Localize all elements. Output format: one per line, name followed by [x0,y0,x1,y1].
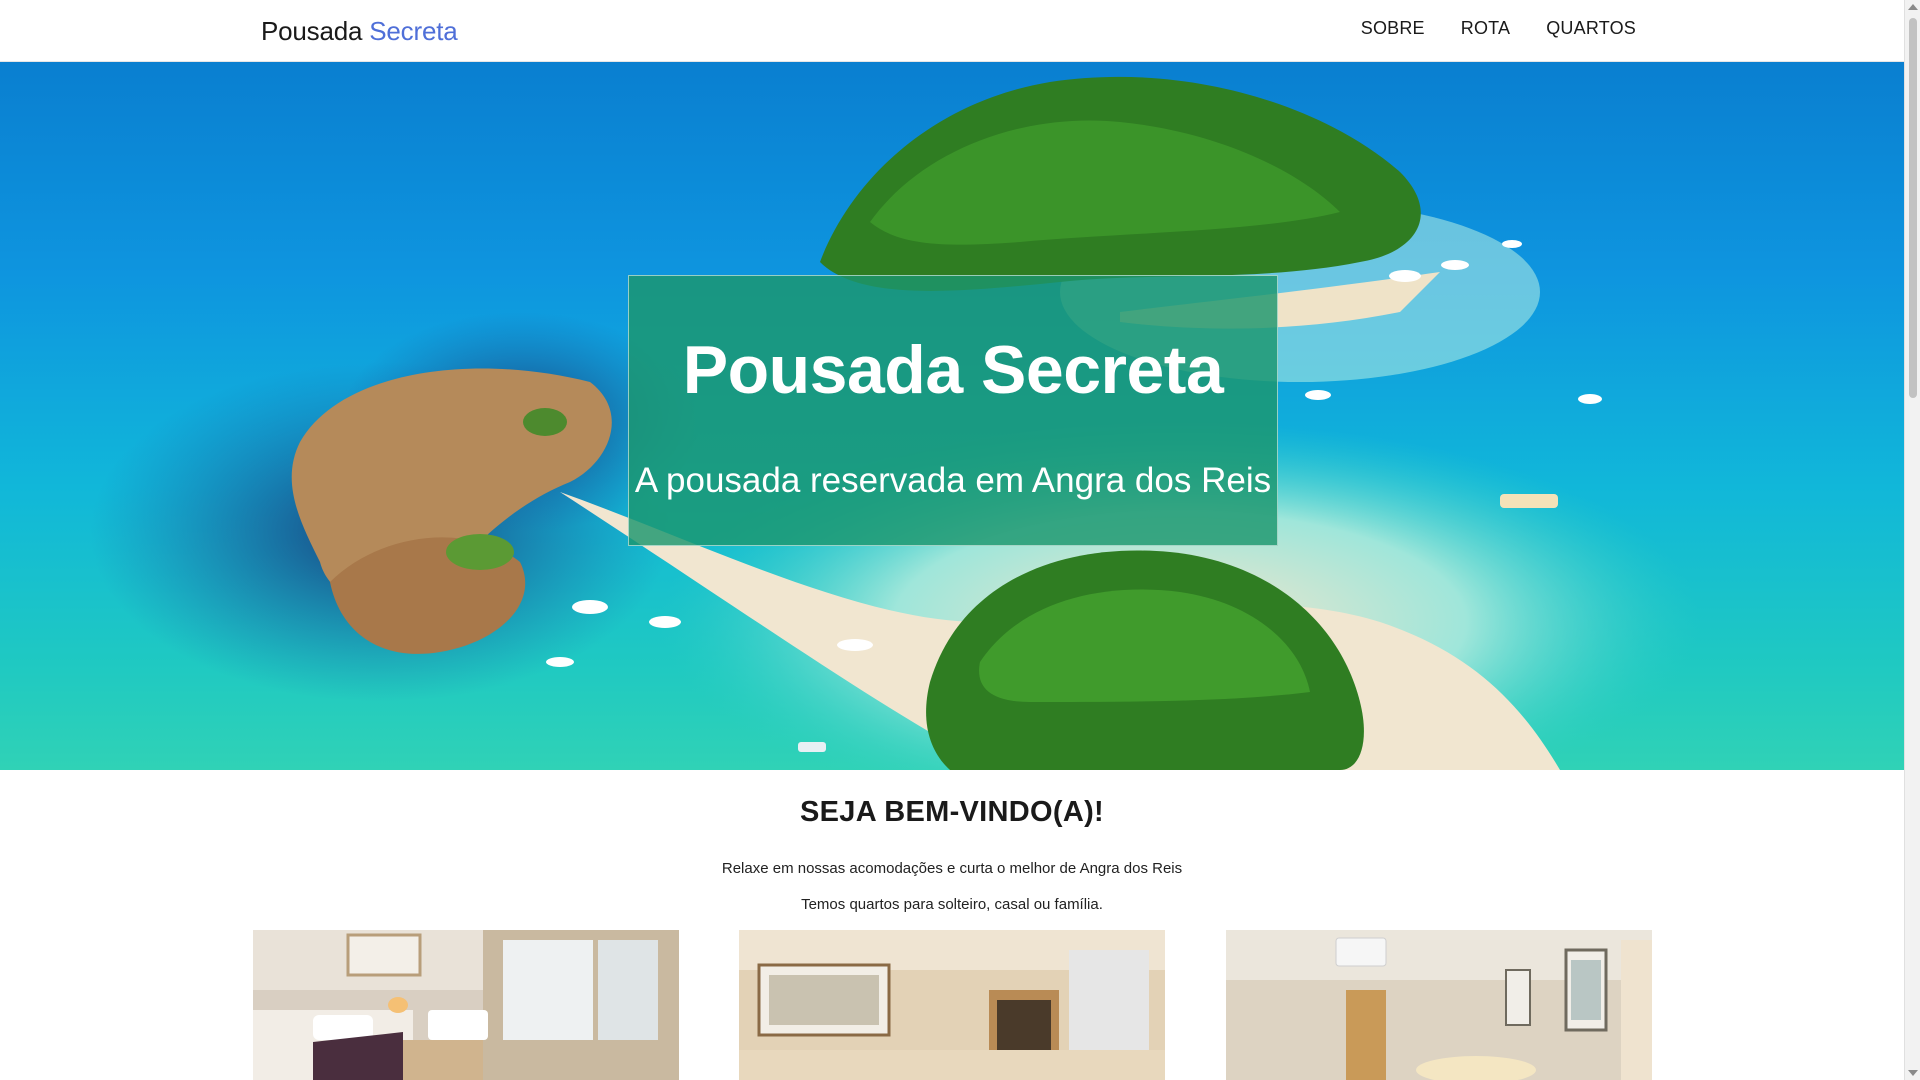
brand-logo[interactable]: Pousada Secreta [261,14,458,48]
welcome-title: SEJA BEM-VINDO(A)! [800,796,1104,828]
scroll-up-arrow-icon[interactable] [1908,4,1918,10]
main-nav: SOBRE ROTA QUARTOS [1361,16,1636,40]
brand-word-2: Secreta [369,16,458,46]
page-scrollbar[interactable] [1904,0,1920,1080]
scroll-down-arrow-icon[interactable] [1908,1070,1918,1076]
room-photo-familia-image [1226,930,1652,1080]
scrollbar-thumb[interactable] [1909,18,1917,398]
room-photo-2[interactable] [739,930,1165,1080]
room-photo-1[interactable] [253,930,679,1080]
top-navbar: Pousada Secreta SOBRE ROTA QUARTOS [0,0,1904,62]
hero-caption-box: Pousada Secreta A pousada reservada em A… [628,275,1278,546]
hero-title: Pousada Secreta [682,332,1224,408]
welcome-text-1: Relaxe em nossas acomodações e curta o m… [721,860,1183,877]
nav-link-quartos[interactable]: QUARTOS [1546,16,1636,40]
room-photo-solteiro-image [253,930,679,1080]
brand-word-1: Pousada [261,16,363,46]
welcome-text-2: Temos quartos para solteiro, casal ou fa… [801,896,1103,913]
hero-section: Pousada Secreta A pousada reservada em A… [0,62,1904,770]
nav-link-rota[interactable]: ROTA [1461,16,1510,40]
hero-subtitle: A pousada reservada em Angra dos Reis [634,461,1272,500]
nav-link-sobre[interactable]: SOBRE [1361,16,1425,40]
room-photo-casal-image [739,930,1165,1080]
room-photo-3[interactable] [1226,930,1652,1080]
